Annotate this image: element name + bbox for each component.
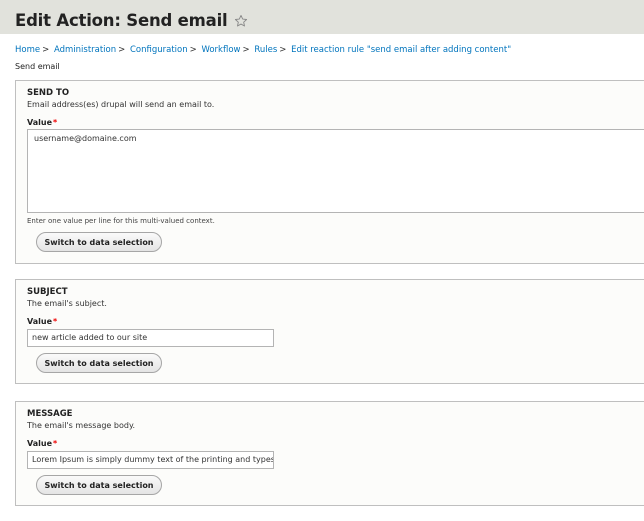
subject-switch-data-selection-button[interactable]: Switch to data selection bbox=[36, 353, 162, 373]
subject-value-input[interactable]: new article added to our site bbox=[27, 329, 274, 347]
breadcrumb-separator: > bbox=[189, 45, 197, 55]
message-panel: MESSAGE The email's message body. Value*… bbox=[15, 401, 644, 506]
subheading: Send email bbox=[15, 62, 60, 71]
required-marker: * bbox=[53, 118, 58, 127]
breadcrumb-rules[interactable]: Rules bbox=[254, 45, 277, 55]
send-to-label-text: Value bbox=[27, 118, 53, 127]
breadcrumb-separator: > bbox=[118, 45, 126, 55]
page-title: Edit Action: Send email bbox=[15, 11, 228, 30]
send-to-value-textarea[interactable]: username@domaine.com bbox=[27, 129, 644, 213]
send-to-switch-data-selection-button[interactable]: Switch to data selection bbox=[36, 232, 162, 252]
required-marker: * bbox=[53, 317, 58, 326]
send-to-title: SEND TO bbox=[27, 88, 70, 98]
page-header: Edit Action: Send email bbox=[0, 0, 644, 34]
breadcrumb-configuration[interactable]: Configuration bbox=[130, 45, 188, 55]
breadcrumb-separator: > bbox=[242, 45, 250, 55]
subject-description: The email's subject. bbox=[27, 299, 107, 308]
required-marker: * bbox=[53, 439, 58, 448]
breadcrumb-home[interactable]: Home bbox=[15, 45, 40, 55]
send-to-description: Email address(es) drupal will send an em… bbox=[27, 100, 215, 109]
send-to-panel: SEND TO Email address(es) drupal will se… bbox=[15, 80, 644, 264]
breadcrumb-workflow[interactable]: Workflow bbox=[201, 45, 240, 55]
breadcrumb-administration[interactable]: Administration bbox=[54, 45, 116, 55]
subject-value-label: Value* bbox=[27, 317, 57, 326]
page-title-wrap: Edit Action: Send email bbox=[15, 12, 644, 30]
message-switch-data-selection-button[interactable]: Switch to data selection bbox=[36, 475, 162, 495]
message-description: The email's message body. bbox=[27, 421, 136, 430]
message-label-text: Value bbox=[27, 439, 53, 448]
breadcrumb-separator: > bbox=[42, 45, 50, 55]
subject-panel: SUBJECT The email's subject. Value* new … bbox=[15, 279, 644, 384]
message-title: MESSAGE bbox=[27, 409, 73, 419]
message-value-label: Value* bbox=[27, 439, 57, 448]
send-to-value-label: Value* bbox=[27, 118, 57, 127]
breadcrumb-separator: > bbox=[279, 45, 287, 55]
breadcrumb-edit-rule[interactable]: Edit reaction rule "send email after add… bbox=[291, 45, 511, 55]
send-to-help-text: Enter one value per line for this multi-… bbox=[27, 217, 215, 225]
subject-label-text: Value bbox=[27, 317, 53, 326]
message-value-input[interactable]: Lorem Ipsum is simply dummy text of the … bbox=[27, 451, 274, 469]
star-icon[interactable] bbox=[234, 14, 248, 28]
subject-title: SUBJECT bbox=[27, 287, 68, 297]
breadcrumb: Home > Administration > Configuration > Wor… bbox=[15, 45, 511, 55]
